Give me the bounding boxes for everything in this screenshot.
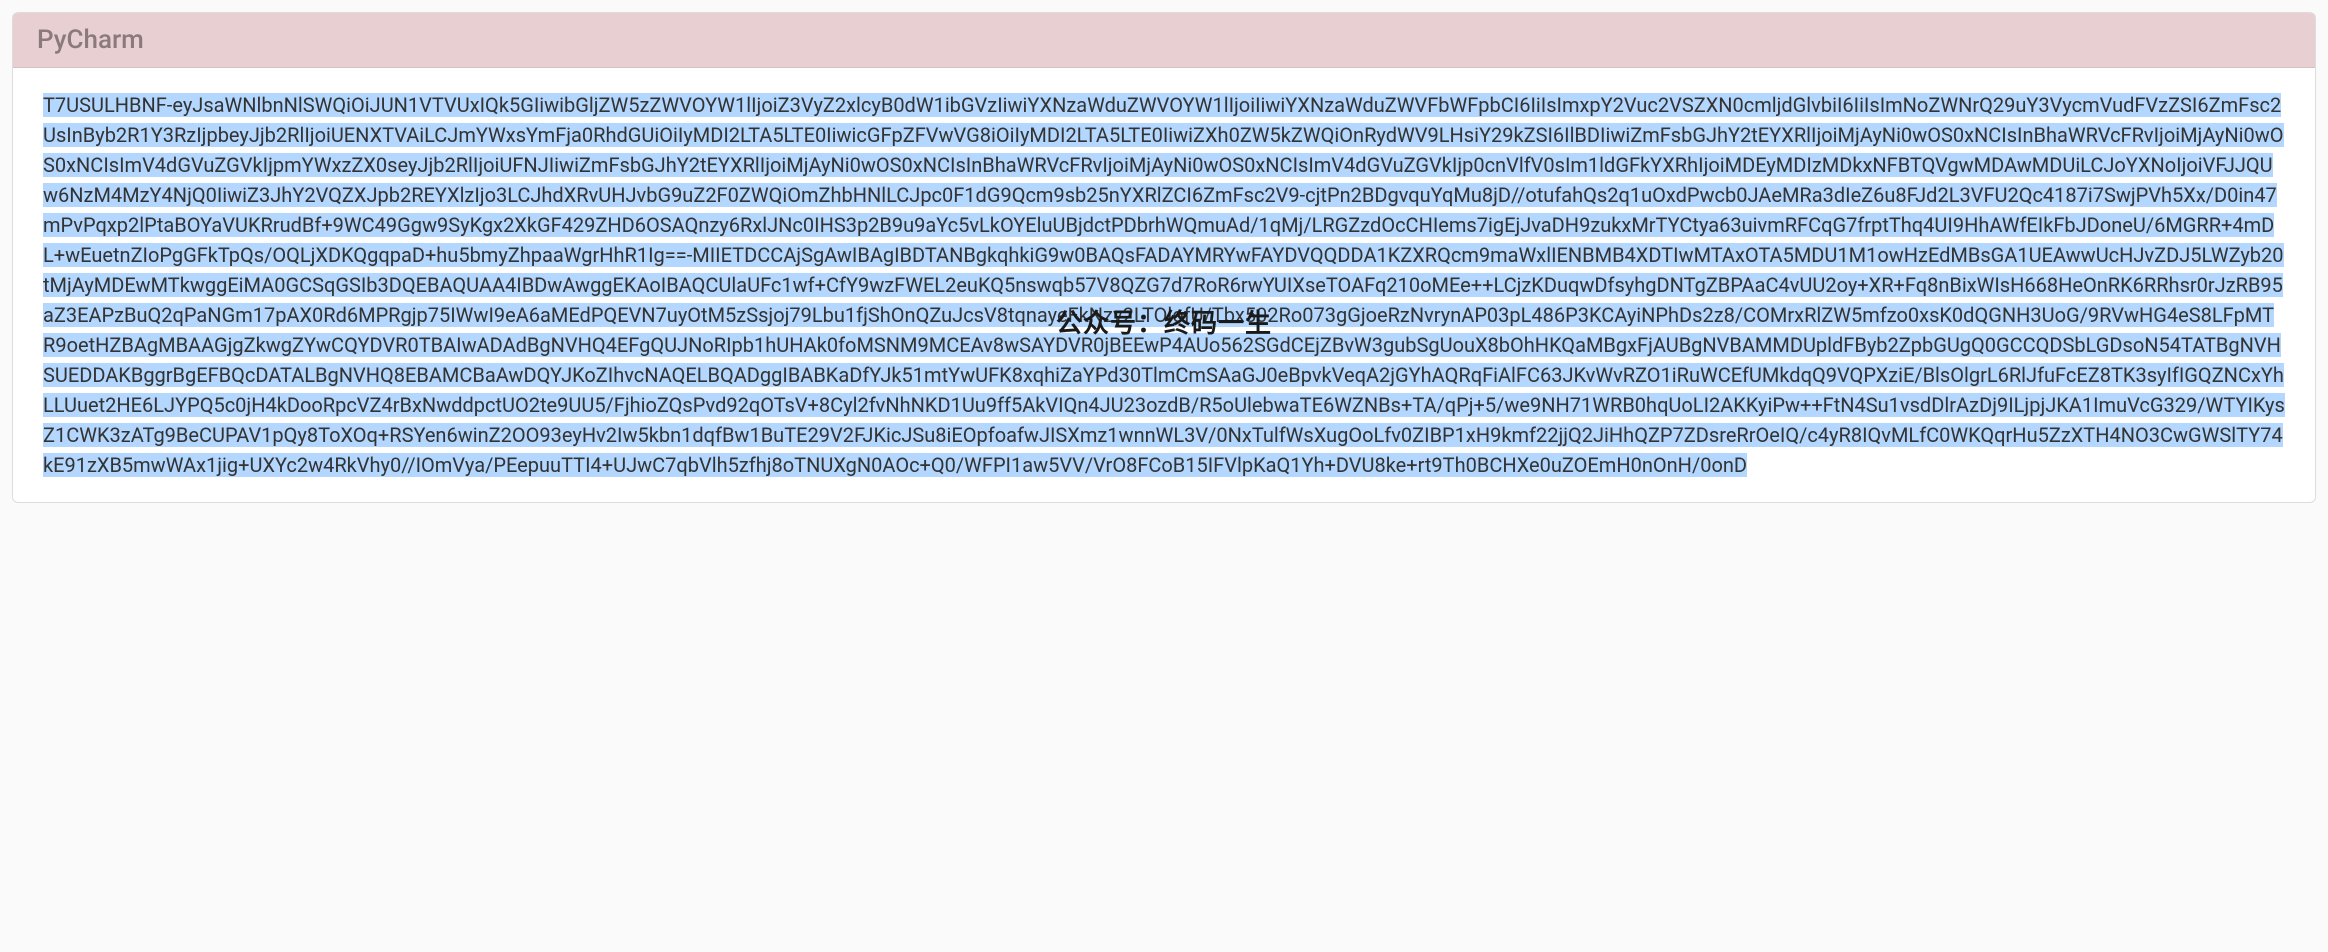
license-key-text[interactable]: T7USULHBNF-eyJsaWNlbnNlSWQiOiJUN1VTVUxIQ… [43,90,2285,480]
card-title: PyCharm [37,25,2291,55]
license-card: PyCharm T7USULHBNF-eyJsaWNlbnNlSWQiOiJUN… [12,12,2316,503]
card-body: T7USULHBNF-eyJsaWNlbnNlSWQiOiJUN1VTVUxIQ… [13,68,2315,502]
license-key-value[interactable]: T7USULHBNF-eyJsaWNlbnNlSWQiOiJUN1VTVUxIQ… [43,93,2285,477]
card-header: PyCharm [13,13,2315,68]
